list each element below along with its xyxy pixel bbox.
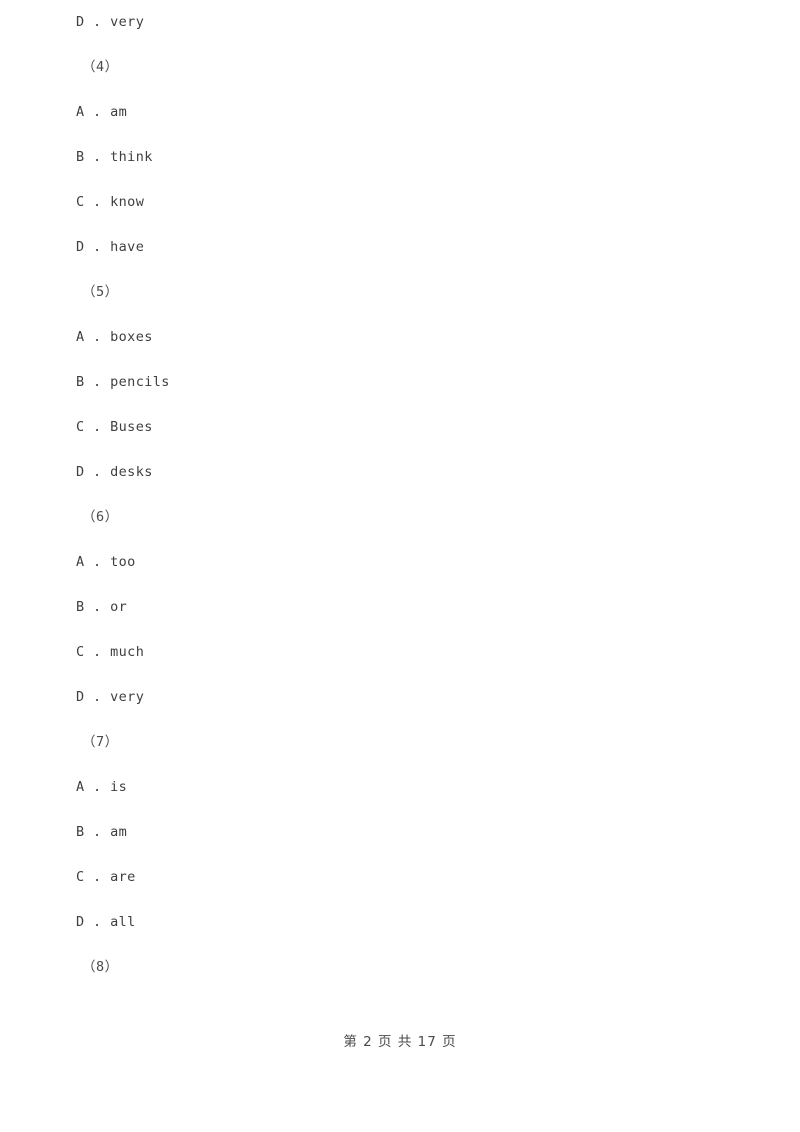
question-number-row: （7） [76, 720, 736, 765]
option-line: D . very [76, 13, 145, 30]
option-row: B . pencils [76, 360, 736, 405]
question-number: （8） [82, 958, 119, 975]
question-number: （7） [82, 733, 119, 750]
option-row: D . have [76, 225, 736, 270]
option-line: A . boxes [76, 328, 153, 345]
option-line: D . desks [76, 463, 153, 480]
option-row: A . boxes [76, 315, 736, 360]
question-number: （5） [82, 283, 119, 300]
page-footer: 第 2 页 共 17 页 [343, 1034, 457, 1050]
option-line: D . have [76, 238, 145, 255]
option-row: D . very [76, 675, 736, 720]
option-row: A . is [76, 765, 736, 810]
option-line: A . am [76, 103, 128, 120]
option-row: B . am [76, 810, 736, 855]
option-row: C . much [76, 630, 736, 675]
option-line: B . or [76, 598, 128, 615]
question-number: （4） [82, 58, 119, 75]
option-row: B . think [76, 135, 736, 180]
option-row: D . desks [76, 450, 736, 495]
option-row: C . are [76, 855, 736, 900]
option-line: C . much [76, 643, 145, 660]
option-row: D . all [76, 900, 736, 945]
option-line: A . too [76, 553, 136, 570]
option-row: A . am [76, 90, 736, 135]
option-line: A . is [76, 778, 128, 795]
question-number-row: （6） [76, 495, 736, 540]
question-number: （6） [82, 508, 119, 525]
document-page: D . very （4） A . am B . think C . know D . ha… [0, 0, 800, 1132]
option-line: C . are [76, 868, 136, 885]
option-line: B . am [76, 823, 128, 840]
option-line: C . Buses [76, 418, 153, 435]
option-line: D . all [76, 913, 136, 930]
option-line: D . very [76, 688, 145, 705]
question-number-row: （5） [76, 270, 736, 315]
option-row: A . too [76, 540, 736, 585]
option-row: C . know [76, 180, 736, 225]
option-row: D . very [76, 0, 736, 45]
question-number-row: （8） [76, 945, 736, 990]
option-line: C . know [76, 193, 145, 210]
option-line: B . think [76, 148, 153, 165]
exam-content: D . very （4） A . am B . think C . know D . ha… [76, 0, 736, 990]
option-row: B . or [76, 585, 736, 630]
option-row: C . Buses [76, 405, 736, 450]
option-line: B . pencils [76, 373, 170, 390]
question-number-row: （4） [76, 45, 736, 90]
